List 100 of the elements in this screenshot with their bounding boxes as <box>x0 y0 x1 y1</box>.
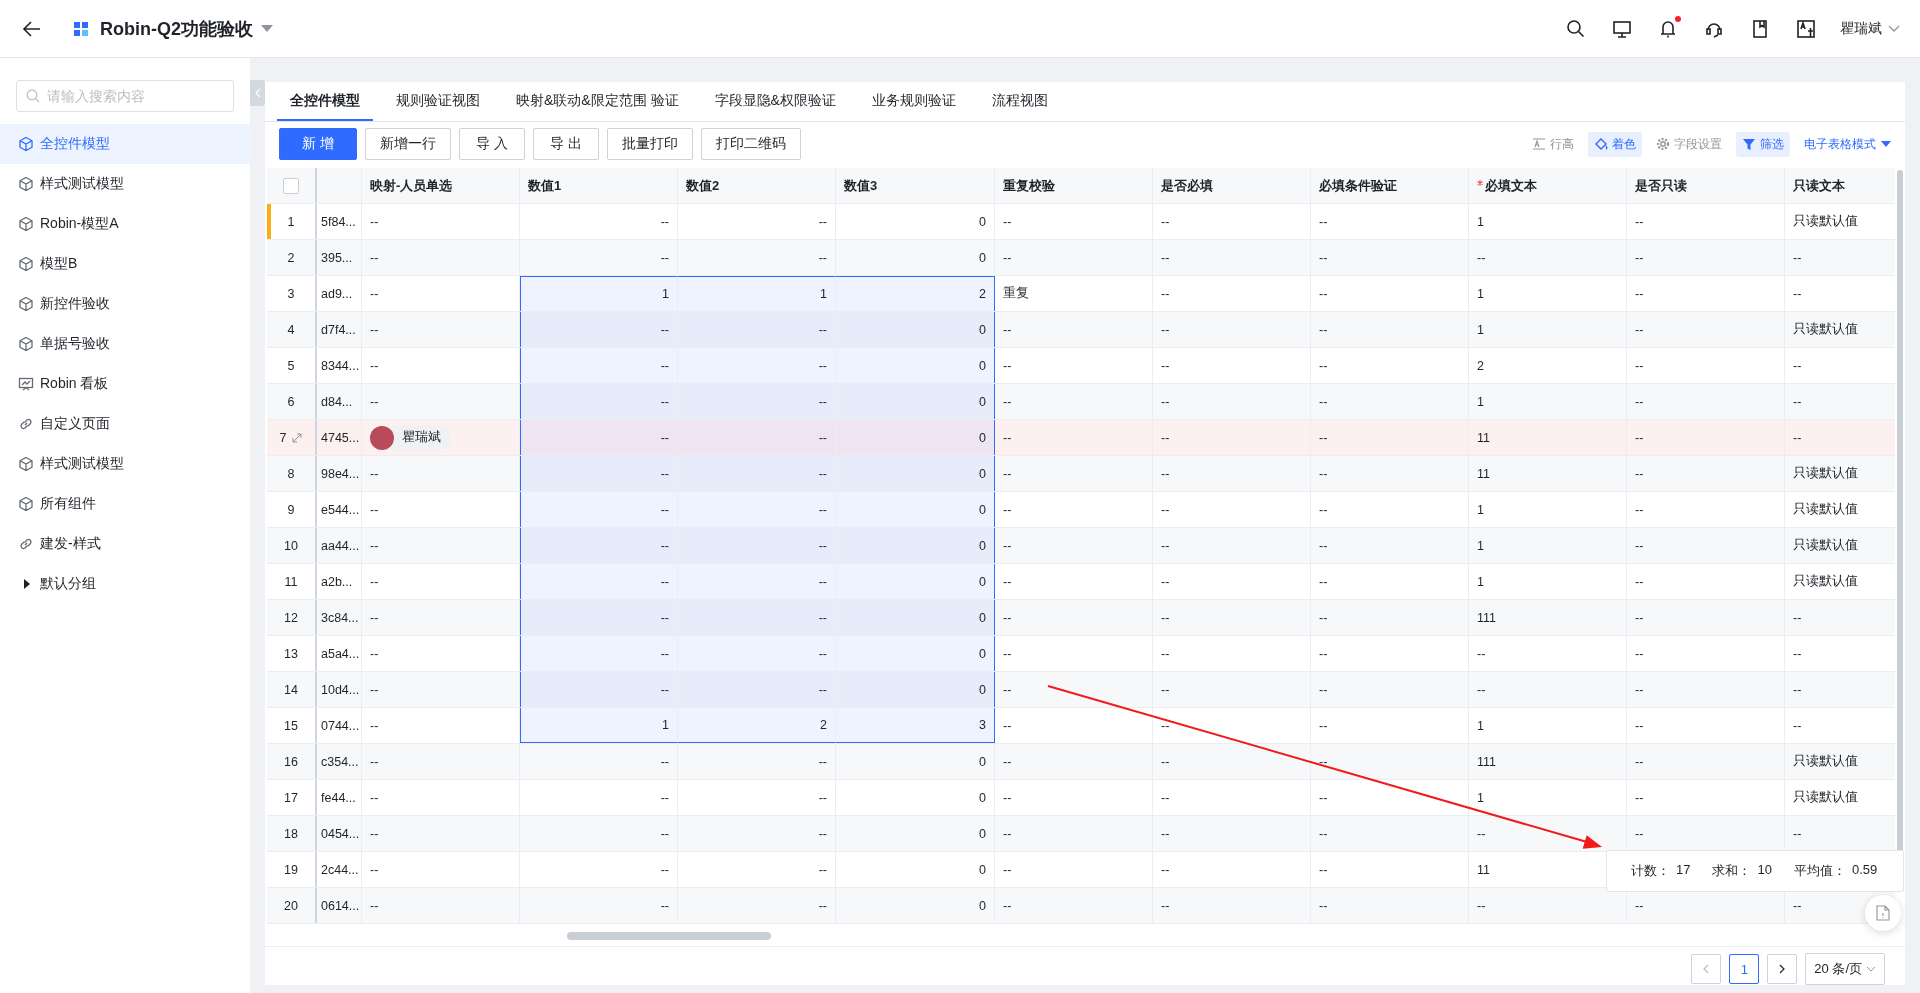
table-row[interactable]: 14 10d4... -- -- -- 0 -- -- -- -- -- -- <box>267 672 1895 708</box>
sidebar-item[interactable]: 建发-样式 <box>0 524 250 564</box>
group-item[interactable]: 默认分组 <box>0 564 250 604</box>
view-tab[interactable]: 字段显隐&权限验证 <box>701 82 849 121</box>
table-row[interactable]: 17 fe44... -- -- -- 0 -- -- -- 1 -- 只读默认值 <box>267 780 1895 816</box>
table-row[interactable]: 16 c354... -- -- -- 0 -- -- -- 111 -- 只读默认值 <box>267 744 1895 780</box>
toolbar-button[interactable]: 批量打印 <box>607 128 693 160</box>
column-header[interactable]: 映射-人员单选 <box>370 176 453 195</box>
sidebar-item[interactable]: 单据号验收 <box>0 324 250 364</box>
table-cell: -- <box>1627 708 1785 743</box>
table-row[interactable]: 11 a2b... -- -- -- 0 -- -- -- 1 -- 只读默认值 <box>267 564 1895 600</box>
table-cell: 1 <box>1469 708 1627 743</box>
table-row[interactable]: 13 a5a4... -- -- -- 0 -- -- -- -- -- -- <box>267 636 1895 672</box>
toolbar-button[interactable]: 打印二维码 <box>701 128 801 160</box>
column-header[interactable]: 是否只读 <box>1635 176 1687 195</box>
toolbar-button[interactable]: 新增一行 <box>365 128 451 160</box>
mode-dropdown[interactable]: 电子表格模式 <box>1804 135 1891 153</box>
column-header[interactable]: 必填文本 <box>1469 168 1627 203</box>
search-icon[interactable] <box>1566 18 1586 39</box>
table-row[interactable]: 10 aa44... -- -- -- 0 -- -- -- 1 -- 只读默认值 <box>267 528 1895 564</box>
table-cell: -- <box>1311 708 1469 743</box>
table-cell: -- <box>520 492 678 527</box>
caret-down-icon[interactable] <box>261 24 273 33</box>
add-button[interactable]: 新 增 <box>279 128 357 160</box>
toolbar-button[interactable]: 导 出 <box>533 128 599 160</box>
table-cell: -- <box>1153 240 1311 275</box>
table-row[interactable]: 2 395... -- -- -- 0 -- -- -- -- -- -- <box>267 240 1895 276</box>
stat-value: 17 <box>1676 862 1691 879</box>
column-header[interactable]: 重复校验 <box>1003 176 1055 195</box>
column-header[interactable]: 数值2 <box>686 176 720 195</box>
select-all-checkbox[interactable] <box>283 177 299 194</box>
table-cell: -- <box>1311 204 1469 239</box>
table-row[interactable]: 1 5f84... -- -- -- 0 -- -- -- 1 -- 只读默认值 <box>267 204 1895 240</box>
column-header[interactable]: 是否必填 <box>1161 176 1213 195</box>
table-cell: -- <box>1469 672 1627 707</box>
table-row[interactable]: 9 e544... -- -- -- 0 -- -- -- 1 -- 只读默认值 <box>267 492 1895 528</box>
user-chip[interactable]: 瞿瑞斌 <box>370 425 451 450</box>
view-tab[interactable]: 映射&联动&限定范围 验证 <box>503 82 692 121</box>
view-tab[interactable]: 规则验证视图 <box>383 82 493 121</box>
sidebar-item[interactable]: 全控件模型 <box>0 124 250 164</box>
table-cell: -- <box>1627 240 1785 275</box>
tool-button[interactable]: 着色 <box>1588 131 1642 157</box>
column-header[interactable]: 只读文本 <box>1793 176 1845 195</box>
table-cell: 0 <box>836 240 995 275</box>
column-header[interactable]: 数值3 <box>844 176 878 195</box>
table-row[interactable]: 12 3c84... -- -- -- 0 -- -- -- 111 -- -- <box>267 600 1895 636</box>
view-tab[interactable]: 流程视图 <box>978 82 1061 121</box>
book-icon[interactable] <box>1750 18 1770 39</box>
expand-icon[interactable] <box>292 432 303 443</box>
column-header[interactable]: 数值1 <box>528 176 562 195</box>
table-row[interactable]: 18 0454... -- -- -- 0 -- -- -- -- -- -- <box>267 816 1895 852</box>
table-row[interactable]: 4 d7f4... -- -- -- 0 -- -- -- 1 -- 只读默认值 <box>267 312 1895 348</box>
row-number: 20 <box>284 898 298 913</box>
sidebar-item[interactable]: Robin 看板 <box>0 364 250 404</box>
app-title[interactable]: Robin-Q2功能验收 <box>100 16 253 41</box>
horizontal-scrollbar[interactable] <box>567 932 771 940</box>
sidebar-item[interactable]: 自定义页面 <box>0 404 250 444</box>
page-size-select[interactable]: 20 条/页 <box>1805 953 1885 985</box>
chevron-down-icon[interactable] <box>1888 24 1900 33</box>
view-tab[interactable]: 业务规则验证 <box>858 82 969 121</box>
table-cell: -- <box>995 888 1153 923</box>
sidebar-item[interactable]: 样式测试模型 <box>0 164 250 204</box>
sidebar-item[interactable]: 模型B <box>0 244 250 284</box>
help-button[interactable] <box>1865 895 1901 931</box>
table-cell: -- <box>362 636 520 671</box>
table-cell: -- <box>1311 888 1469 923</box>
sidebar-item[interactable]: 所有组件 <box>0 484 250 524</box>
table-row[interactable]: 20 0614... -- -- -- 0 -- -- -- -- -- -- <box>267 888 1895 924</box>
monitor-icon[interactable] <box>1612 18 1632 39</box>
table-cell: -- <box>1627 528 1785 563</box>
table-cell: 1 <box>1469 276 1627 311</box>
app-grid-icon <box>72 19 90 38</box>
translate-icon[interactable] <box>1796 18 1816 39</box>
table-row[interactable]: 15 0744... -- 1 2 3 -- -- -- 1 -- -- <box>267 708 1895 744</box>
next-page-button[interactable] <box>1767 954 1798 984</box>
tool-button[interactable]: 筛选 <box>1736 131 1790 157</box>
view-tab[interactable]: 全控件模型 <box>277 82 373 121</box>
sidebar-item[interactable]: 样式测试模型 <box>0 444 250 484</box>
table-row[interactable]: 7 4745... 瞿瑞斌 -- -- 0 -- -- -- 11 -- -- <box>267 420 1895 456</box>
table-row[interactable]: 3 ad9... -- 1 1 2 重复 -- -- 1 -- -- <box>267 276 1895 312</box>
presentation-board-icon <box>18 376 34 392</box>
collapse-handle[interactable] <box>250 80 265 106</box>
toolbar-button[interactable]: 导 入 <box>459 128 525 160</box>
table-row[interactable]: 8 98e4... -- -- -- 0 -- -- -- 11 -- 只读默认值 <box>267 456 1895 492</box>
sidebar-item[interactable]: Robin-模型A <box>0 204 250 244</box>
previous-page-button[interactable] <box>1691 954 1722 984</box>
table-cell: -- <box>1153 384 1311 419</box>
table-row[interactable]: 5 8344... -- -- -- 0 -- -- -- 2 -- -- <box>267 348 1895 384</box>
row-number: 14 <box>284 682 298 697</box>
back-arrow-icon[interactable] <box>22 18 42 39</box>
page-button[interactable]: 1 <box>1729 954 1760 984</box>
search-field[interactable]: 请输入搜索内容 <box>16 80 234 112</box>
table-cell: 0 <box>836 852 995 887</box>
column-header[interactable]: 必填条件验证 <box>1319 176 1397 195</box>
table-cell: 11 <box>1469 456 1627 491</box>
bell-icon[interactable] <box>1658 18 1678 39</box>
table-row[interactable]: 6 d84... -- -- -- 0 -- -- -- 1 -- -- <box>267 384 1895 420</box>
user-name[interactable]: 瞿瑞斌 <box>1840 19 1882 38</box>
sidebar-item[interactable]: 新控件验收 <box>0 284 250 324</box>
record-id: ad9... <box>321 286 353 301</box>
